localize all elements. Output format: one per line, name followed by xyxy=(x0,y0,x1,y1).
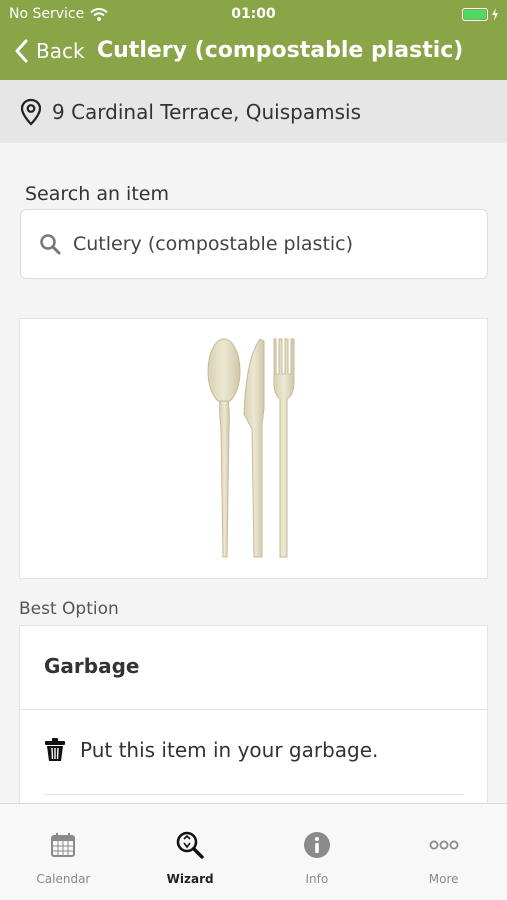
status-time: 01:00 xyxy=(231,6,276,22)
option-instruction: Put this item in your garbage. xyxy=(80,738,379,762)
chevron-left-icon xyxy=(15,39,28,63)
location-pin-icon xyxy=(20,98,42,126)
address-bar[interactable]: 9 Cardinal Terrace, Quispamsis xyxy=(0,80,507,143)
option-instruction-row: Put this item in your garbage. xyxy=(44,738,378,762)
item-image xyxy=(19,318,488,579)
garbage-can-icon xyxy=(45,738,65,761)
nav-bar: Back Cutlery (compostable plastic) xyxy=(0,28,507,80)
tab-calendar[interactable]: Calendar xyxy=(0,804,127,900)
tab-more[interactable]: More xyxy=(380,804,507,900)
tab-label-wizard: Wizard xyxy=(166,872,214,886)
best-option-label: Best Option xyxy=(19,599,119,619)
tab-bar: Calendar Wizard Info More xyxy=(0,803,507,900)
best-option-card[interactable]: Garbage Put this item in your garbage. xyxy=(19,625,488,825)
address-text: 9 Cardinal Terrace, Quispamsis xyxy=(52,99,361,124)
search-input[interactable]: Cutlery (compostable plastic) xyxy=(20,209,488,279)
status-bar: No Service 01:00 xyxy=(0,0,507,28)
tab-wizard[interactable]: Wizard xyxy=(127,804,254,900)
calendar-icon xyxy=(48,830,78,860)
tab-label-calendar: Calendar xyxy=(36,872,91,886)
tab-info[interactable]: Info xyxy=(254,804,381,900)
battery-icon xyxy=(462,8,499,21)
page-title: Cutlery (compostable plastic) xyxy=(97,38,464,63)
back-label: Back xyxy=(36,39,85,63)
divider xyxy=(20,709,487,710)
divider xyxy=(44,794,464,795)
cutlery-illustration xyxy=(207,338,295,558)
tab-label-info: Info xyxy=(305,872,329,886)
search-value: Cutlery (compostable plastic) xyxy=(73,233,354,255)
back-button[interactable]: Back xyxy=(14,39,85,63)
info-icon xyxy=(302,830,332,860)
more-icon xyxy=(429,830,459,860)
wizard-search-icon xyxy=(175,830,205,860)
tab-label-more: More xyxy=(428,872,459,886)
search-icon xyxy=(40,234,61,255)
option-title: Garbage xyxy=(44,654,140,678)
search-label: Search an item xyxy=(25,183,169,205)
